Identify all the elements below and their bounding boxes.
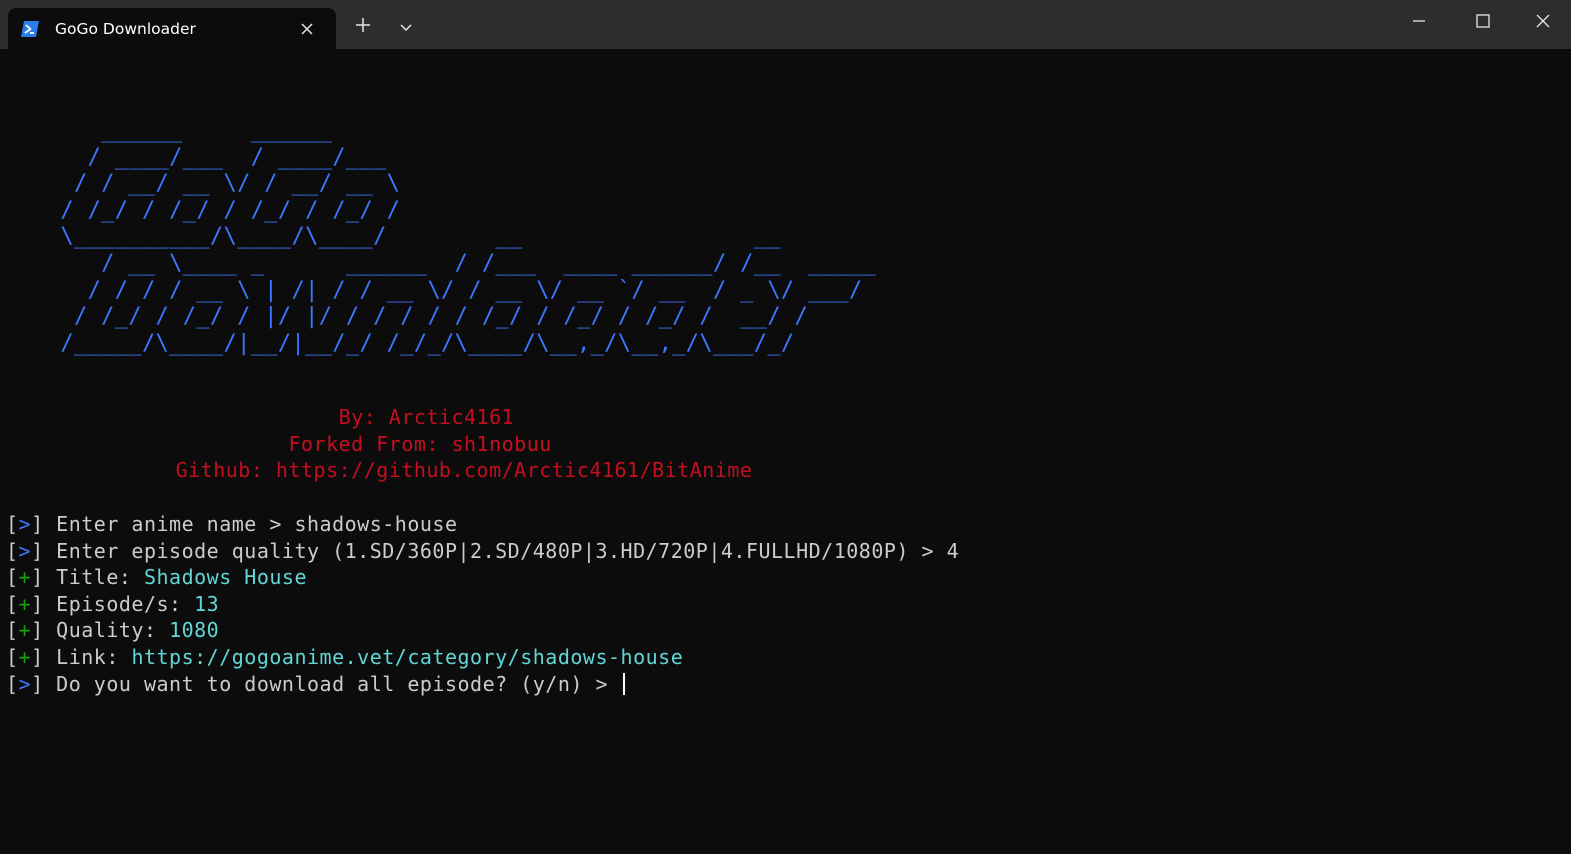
maximize-button[interactable] xyxy=(1454,0,1512,46)
bracket-open: [ xyxy=(6,538,19,563)
console-label: Quality: xyxy=(43,618,170,643)
banner-line: ______ ______ xyxy=(6,118,333,143)
bracket-open: [ xyxy=(6,512,19,536)
maximize-icon xyxy=(1475,13,1491,33)
banner-line: / / / / __ \ | /| / / __ \/ / __ \/ __ `… xyxy=(6,277,863,303)
banner-line: / /_/ / /_/ / /_/ / /_/ / xyxy=(6,197,401,223)
episodes-value: 13 xyxy=(194,591,220,616)
terminal-window: GoGo Downloader ______ ______ / ____/___… xyxy=(0,0,1571,854)
console-input-line[interactable]: [>] Do you want to download all episode?… xyxy=(6,671,959,698)
bracket-close: ] xyxy=(31,538,44,563)
prompt-marker: > xyxy=(18,538,32,563)
banner-line: / ____/___ / ____/___ xyxy=(6,144,387,170)
title-bar: GoGo Downloader xyxy=(0,0,1571,49)
info-marker: + xyxy=(18,644,32,669)
bracket-open: [ xyxy=(6,671,19,696)
console-label: Link: xyxy=(43,644,132,669)
credit-forked: Forked From: sh1nobuu xyxy=(0,431,552,456)
title-value: Shadows House xyxy=(143,565,308,590)
info-marker: + xyxy=(18,565,32,590)
console-output: [>] Enter anime name > shadows-house [>]… xyxy=(6,511,959,697)
bracket-open: [ xyxy=(6,618,19,643)
bracket-close: ] xyxy=(31,618,44,643)
banner-line: / __ \____ _ ______ / /___ ____ ______/ … xyxy=(6,250,877,276)
close-icon xyxy=(1535,13,1551,33)
bracket-open: [ xyxy=(6,565,19,590)
console-line: [+] Link: https://gogoanime.vet/category… xyxy=(6,644,959,671)
tab-gogo-downloader[interactable]: GoGo Downloader xyxy=(8,8,336,49)
bracket-close: ] xyxy=(31,565,44,590)
banner-line: /_____/\____/|__/|__/_/ /_/_/\____/\__,_… xyxy=(6,330,795,356)
credits: By: Arctic4161 Forked From: sh1nobuu Git… xyxy=(0,404,1571,484)
bracket-close: ] xyxy=(31,671,44,696)
console-line: [+] Title: Shadows House xyxy=(6,564,959,591)
link-value[interactable]: https://gogoanime.vet/category/shadows-h… xyxy=(131,645,683,669)
console-text: Enter anime name > shadows-house xyxy=(43,512,458,536)
credit-github: Github: https://github.com/Arctic4161/Bi… xyxy=(0,458,753,483)
bracket-close: ] xyxy=(31,591,44,616)
credit-author: By: Arctic4161 xyxy=(0,405,515,429)
info-marker: + xyxy=(18,618,32,643)
bracket-close: ] xyxy=(31,644,44,669)
console-line: [+] Episode/s: 13 xyxy=(6,591,959,618)
new-tab-button[interactable] xyxy=(348,12,378,42)
info-marker: + xyxy=(18,591,32,616)
console-line: [>] Enter anime name > shadows-house xyxy=(6,511,959,538)
console-label: Title: xyxy=(43,565,144,590)
console-line: [+] Quality: 1080 xyxy=(6,617,959,644)
close-icon[interactable] xyxy=(296,18,318,40)
plus-icon xyxy=(355,17,371,37)
bracket-close: ] xyxy=(31,512,44,536)
ascii-banner: ______ ______ / ____/___ / ____/___ / / … xyxy=(0,118,876,357)
quality-value: 1080 xyxy=(169,618,220,643)
tab-title: GoGo Downloader xyxy=(55,20,196,38)
minimize-icon xyxy=(1411,13,1427,33)
tab-dropdown-button[interactable] xyxy=(392,12,420,42)
console-line: [>] Enter episode quality (1.SD/360P|2.S… xyxy=(6,538,959,565)
text-cursor xyxy=(622,672,625,695)
console-text: Do you want to download all episode? (y/… xyxy=(43,671,621,696)
chevron-down-icon xyxy=(399,18,413,37)
prompt-marker: > xyxy=(18,671,32,696)
window-close-button[interactable] xyxy=(1515,0,1571,46)
banner-line: / /_/ / /_/ / |/ |/ / / / / / /_/ / /_/ … xyxy=(6,304,809,330)
prompt-marker: > xyxy=(18,512,32,536)
bracket-open: [ xyxy=(6,591,19,616)
console-text: Enter episode quality (1.SD/360P|2.SD/48… xyxy=(43,538,960,563)
bracket-open: [ xyxy=(6,644,19,669)
powershell-icon xyxy=(20,19,40,39)
console-label: Episode/s: xyxy=(43,591,195,616)
banner-line: \__________/\____/\____/ __ __ xyxy=(6,224,781,250)
minimize-button[interactable] xyxy=(1390,0,1448,46)
banner-line: / / __/ __ \/ / __/ __ \ xyxy=(6,171,401,197)
